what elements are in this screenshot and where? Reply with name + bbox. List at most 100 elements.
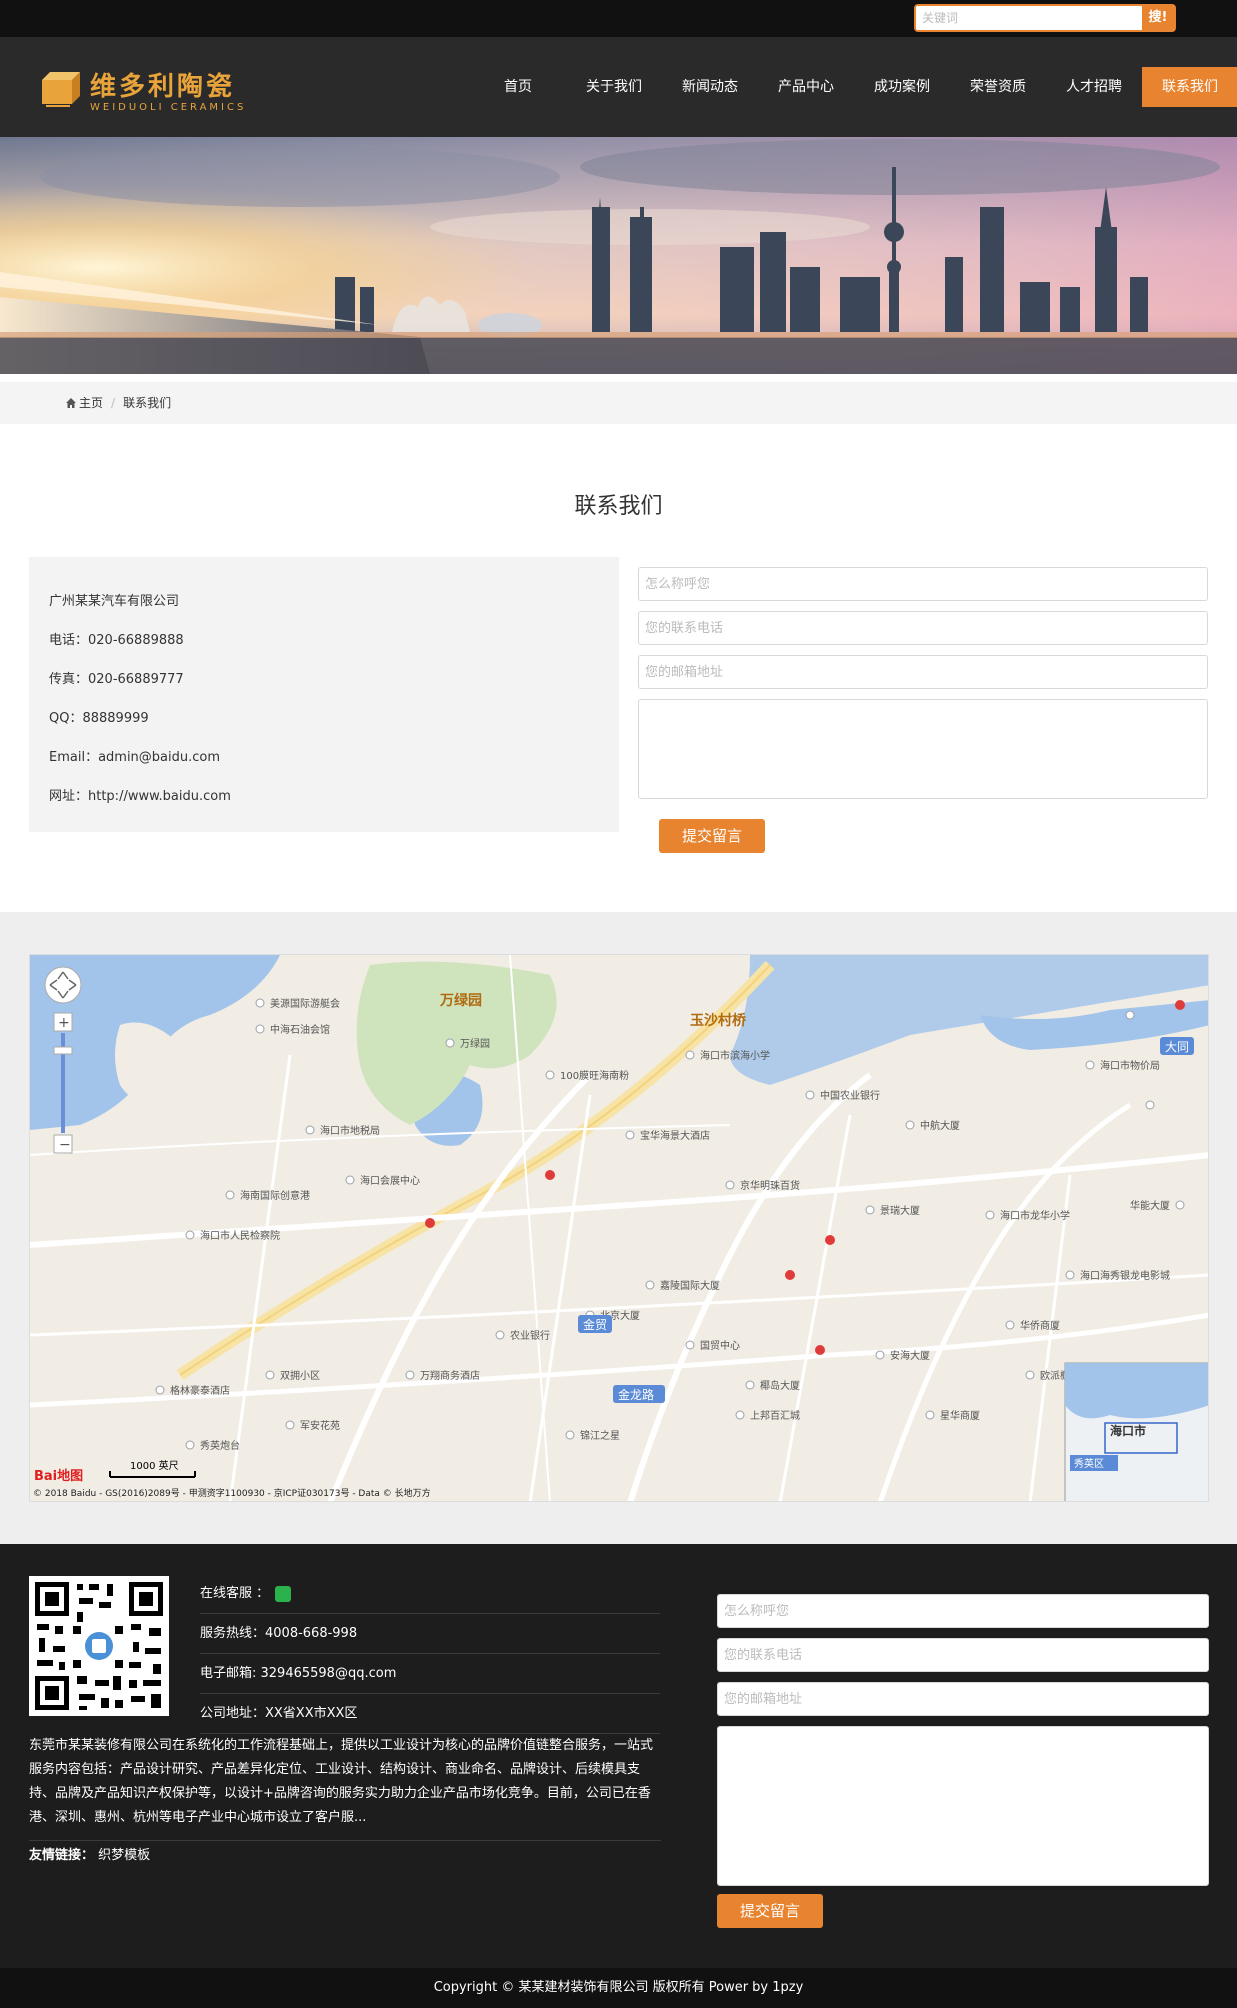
company-name: 广州某某汽车有限公司	[49, 594, 180, 609]
svg-text:锦江之星: 锦江之星	[580, 1429, 620, 1442]
search-button[interactable]: 搜!	[1142, 6, 1174, 30]
contact-fax: 传真：020-66889777	[49, 672, 184, 687]
message-textarea[interactable]	[638, 699, 1208, 799]
nav-honors[interactable]: 荣誉资质	[950, 67, 1046, 107]
map-section: 美源国际游艇会 中海石油会馆 万绿园 100膜旺海南粉 海口市滨海小学 中国农业…	[0, 912, 1237, 1544]
site-footer: 在线客服 ： 服务热线：4008-668-998 电子邮箱: 329465598…	[0, 1544, 1237, 1968]
baidu-map[interactable]: 美源国际游艇会 中海石油会馆 万绿园 100膜旺海南粉 海口市滨海小学 中国农业…	[29, 954, 1209, 1502]
nav-home[interactable]: 首页	[470, 67, 566, 107]
message-form: 提交留言	[638, 567, 1208, 853]
footer-description: 东莞市某某装修有限公司在系统化的工作流程基础上，提供以工业设计为核心的品牌价值链…	[29, 1734, 661, 1841]
footer-hotline: 服务热线：4008-668-998	[200, 1614, 660, 1654]
logo-cn-text: 维多利陶瓷	[90, 72, 236, 102]
svg-text:双拥小区: 双拥小区	[280, 1369, 320, 1382]
nav-contact[interactable]: 联系我们	[1142, 67, 1237, 107]
submit-message-button[interactable]: 提交留言	[659, 819, 765, 853]
map-label-jinmao: 金贸	[583, 1317, 607, 1332]
svg-text:安海大厦: 安海大厦	[890, 1349, 930, 1362]
footer-name-input[interactable]	[717, 1594, 1209, 1628]
map-inset-xiuying: 秀英区	[1074, 1457, 1104, 1470]
home-icon	[66, 398, 76, 408]
footer-email-input[interactable]	[717, 1682, 1209, 1716]
baidu-logo-text: Bai地图	[34, 1468, 83, 1484]
map-scale: 1000 英尺	[130, 1459, 179, 1472]
svg-text:秀英炮台: 秀英炮台	[200, 1439, 240, 1452]
footer-message-textarea[interactable]	[717, 1726, 1209, 1886]
site-header: 维多利陶瓷 WEIDUOLI CERAMICS 首页 关于我们 新闻动态 产品中…	[0, 37, 1237, 137]
qr-code-icon	[29, 1576, 169, 1716]
footer-online-service: 在线客服 ：	[200, 1574, 660, 1614]
breadcrumb-home[interactable]: 主页	[79, 382, 103, 424]
svg-text:海口市物价局: 海口市物价局	[1100, 1059, 1160, 1072]
map-label-jinlong: 金龙路	[618, 1387, 654, 1402]
svg-text:美源国际游艇会: 美源国际游艇会	[270, 997, 340, 1010]
svg-text:中海石油会馆: 中海石油会馆	[270, 1023, 330, 1036]
svg-text:椰岛大厦: 椰岛大厦	[760, 1379, 800, 1392]
banner-skyline-image	[0, 137, 1237, 374]
search-input[interactable]	[916, 6, 1140, 30]
map-inset-haikou: 海口市	[1110, 1423, 1146, 1438]
nav-news[interactable]: 新闻动态	[662, 67, 758, 107]
chat-icon[interactable]	[275, 1585, 292, 1602]
footer-email: 电子邮箱: 329465598@qq.com	[200, 1654, 660, 1694]
logo-mark-icon	[42, 72, 80, 107]
contact-website: 网址：http://www.baidu.com	[49, 789, 231, 804]
svg-text:万绿园: 万绿园	[460, 1037, 490, 1050]
map-copyright: © 2018 Baidu - GS(2016)2089号 - 甲测资字11009…	[33, 1487, 431, 1499]
map-canvas: 美源国际游艇会 中海石油会馆 万绿园 100膜旺海南粉 海口市滨海小学 中国农业…	[30, 955, 1208, 1501]
logo-en-text: WEIDUOLI CERAMICS	[90, 102, 247, 113]
svg-text:格林豪泰酒店: 格林豪泰酒店	[170, 1384, 230, 1397]
svg-text:军安花苑: 军安花苑	[300, 1419, 340, 1432]
email-input[interactable]	[638, 655, 1208, 689]
nav-cases[interactable]: 成功案例	[854, 67, 950, 107]
svg-text:中航大厦: 中航大厦	[920, 1119, 960, 1132]
map-label-yushacun: 玉沙村桥	[690, 1012, 747, 1029]
svg-text:上邦百汇城: 上邦百汇城	[750, 1409, 800, 1422]
svg-text:−: −	[59, 1137, 71, 1153]
nav-about[interactable]: 关于我们	[566, 67, 662, 107]
main-nav: 首页 关于我们 新闻动态 产品中心 成功案例 荣誉资质 人才招聘 联系我们	[470, 67, 1237, 107]
page-title: 联系我们	[574, 494, 663, 519]
svg-text:海口市龙华小学: 海口市龙华小学	[1000, 1209, 1070, 1222]
friend-links-label: 友情链接：	[29, 1848, 95, 1863]
svg-text:中国农业银行: 中国农业银行	[820, 1089, 880, 1102]
svg-text:华能大厦: 华能大厦	[1130, 1199, 1170, 1212]
footer-service-label: 在线客服 ：	[200, 1585, 270, 1601]
copyright-bar: Copyright © 某某建材装饰有限公司 版权所有 Power by 1pz…	[0, 1968, 1237, 2008]
svg-text:嘉陵国际大厦: 嘉陵国际大厦	[660, 1279, 720, 1292]
contact-email: Email：admin@baidu.com	[49, 750, 221, 765]
map-label-datong: 大同	[1165, 1040, 1189, 1054]
breadcrumb-current: 联系我们	[123, 396, 172, 410]
top-bar: 搜!	[0, 0, 1237, 37]
breadcrumb: 主页 / 联系我们	[65, 382, 171, 424]
name-input[interactable]	[638, 567, 1208, 601]
phone-input[interactable]	[638, 611, 1208, 645]
footer-phone-input[interactable]	[717, 1638, 1209, 1672]
breadcrumb-separator: /	[111, 396, 116, 410]
nav-jobs[interactable]: 人才招聘	[1046, 67, 1142, 107]
svg-text:100膜旺海南粉: 100膜旺海南粉	[560, 1069, 629, 1082]
svg-text:海口会展中心: 海口会展中心	[360, 1174, 420, 1187]
breadcrumb-bar: 主页 / 联系我们	[0, 382, 1237, 424]
svg-text:农业银行: 农业银行	[510, 1329, 550, 1342]
copyright-text: Copyright © 某某建材装饰有限公司 版权所有 Power by 1pz…	[433, 1980, 804, 1995]
footer-contact-list: 在线客服 ： 服务热线：4008-668-998 电子邮箱: 329465598…	[200, 1574, 660, 1734]
svg-text:海口市滨海小学: 海口市滨海小学	[700, 1049, 770, 1062]
footer-message-form: 提交留言	[717, 1594, 1209, 1928]
svg-text:海口海秀银龙电影城: 海口海秀银龙电影城	[1080, 1269, 1170, 1282]
nav-products[interactable]: 产品中心	[758, 67, 854, 107]
footer-submit-button[interactable]: 提交留言	[717, 1894, 823, 1928]
svg-text:华侨商厦: 华侨商厦	[1020, 1319, 1060, 1332]
site-logo[interactable]: 维多利陶瓷 WEIDUOLI CERAMICS	[40, 60, 250, 120]
map-label-wanlvyuan: 万绿园	[439, 992, 482, 1009]
contact-info-panel: 广州某某汽车有限公司 电话：020-66889888 传真：020-668897…	[29, 557, 619, 832]
footer-friend-links: 友情链接： 织梦模板	[29, 1844, 150, 1863]
svg-text:京华明珠百货: 京华明珠百货	[740, 1179, 800, 1192]
friend-link-1[interactable]: 织梦模板	[98, 1848, 150, 1863]
contact-qq: QQ：88889999	[49, 711, 149, 726]
search-box: 搜!	[914, 4, 1176, 32]
svg-text:海口市人民检察院: 海口市人民检察院	[200, 1229, 280, 1242]
city-banner	[0, 137, 1237, 374]
svg-text:宝华海景大酒店: 宝华海景大酒店	[640, 1129, 710, 1142]
svg-text:景瑞大厦: 景瑞大厦	[880, 1204, 920, 1217]
